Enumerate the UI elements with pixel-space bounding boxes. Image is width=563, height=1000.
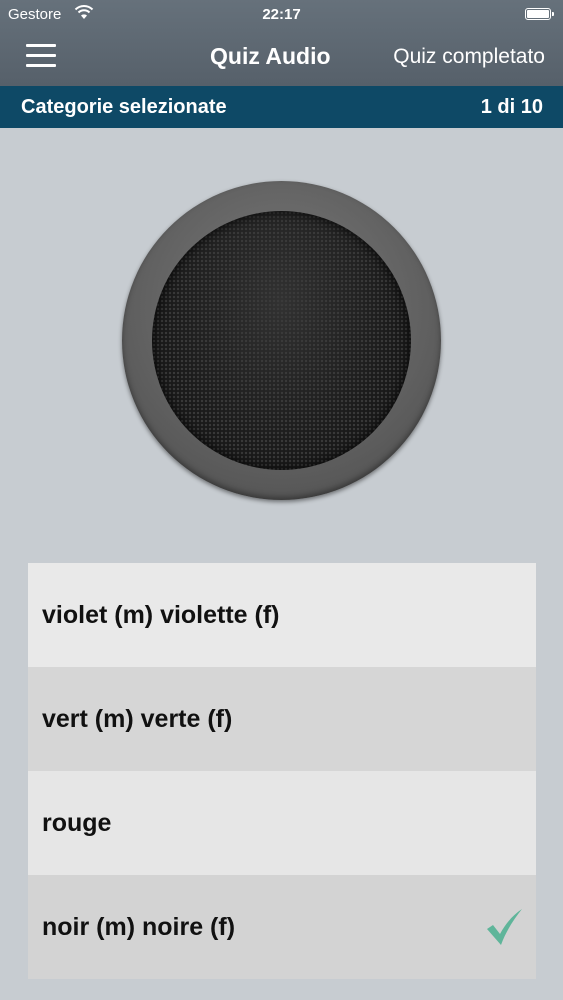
play-audio-button[interactable] [122,181,441,500]
answer-list: violet (m) violette (f) vert (m) verte (… [28,563,536,979]
category-bar: Categorie selezionate 1 di 10 [0,86,563,128]
answer-label: violet (m) violette (f) [42,601,280,629]
quiz-completed-button[interactable]: Quiz completato [393,45,545,69]
answer-option[interactable]: violet (m) violette (f) [28,563,536,667]
answer-option[interactable]: noir (m) noire (f) [28,875,536,979]
answer-option[interactable]: rouge [28,771,536,875]
status-bar: Gestore 22:17 [0,0,563,30]
answer-label: rouge [42,809,112,837]
category-label: Categorie selezionate [21,96,227,118]
answer-label: vert (m) verte (f) [42,705,233,733]
checkmark-icon [487,909,522,945]
question-progress: 1 di 10 [480,96,543,118]
hamburger-menu-icon[interactable] [26,44,58,68]
page-title: Quiz Audio [210,43,331,69]
clock: 22:17 [262,6,301,23]
speaker-grill-icon [152,211,411,470]
answer-label: noir (m) noire (f) [42,913,236,941]
battery-icon [525,8,554,20]
answer-option[interactable]: vert (m) verte (f) [28,667,536,771]
top-bar: Gestore 22:17 Quiz Audio Quiz completato [0,0,563,86]
